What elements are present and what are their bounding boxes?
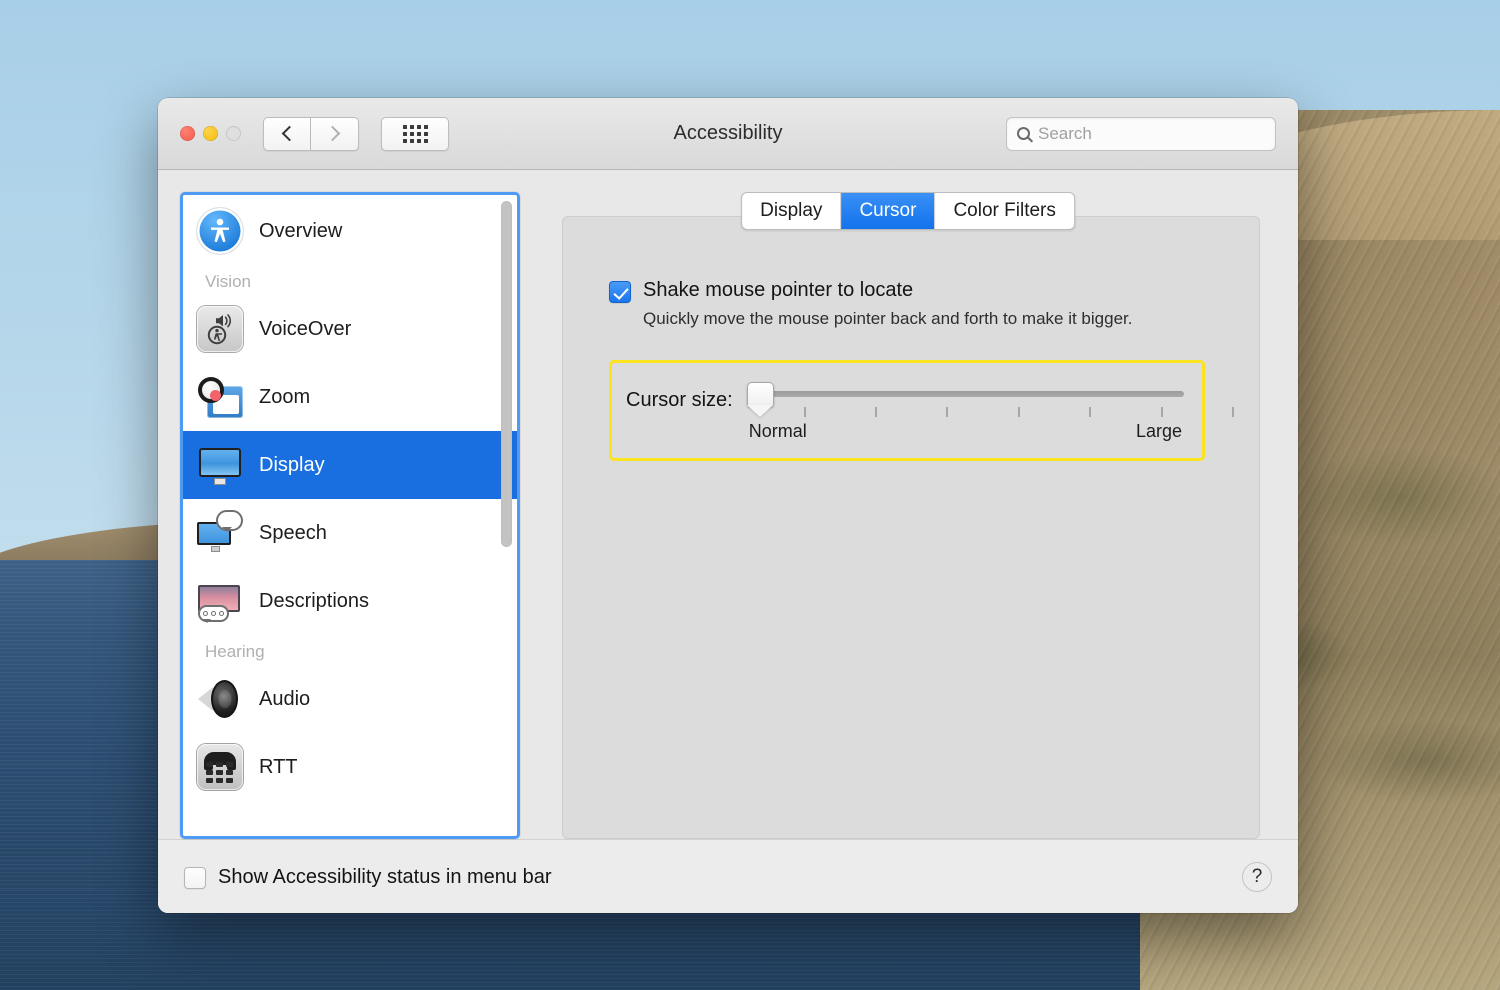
speech-bubble-icon xyxy=(216,510,243,531)
voiceover-icon xyxy=(197,306,243,352)
monitor-screen xyxy=(199,448,241,477)
cursor-settings-panel: Shake mouse pointer to locate Quickly mo… xyxy=(562,216,1260,839)
monitor-stand xyxy=(211,546,220,552)
sidebar-item-label: Overview xyxy=(259,220,342,243)
chevron-left-icon xyxy=(281,126,297,142)
window-titlebar: Accessibility Search xyxy=(158,98,1298,170)
slider-max-label: Large xyxy=(1136,421,1182,442)
slider-tick xyxy=(804,407,806,417)
sidebar-item-label: Audio xyxy=(259,688,310,711)
caption-bubble-icon xyxy=(198,605,229,622)
help-button[interactable]: ? xyxy=(1242,862,1272,892)
slider-tick xyxy=(875,407,877,417)
cursor-size-slider[interactable]: Normal Large xyxy=(747,377,1184,442)
audio-icon xyxy=(197,676,243,722)
sidebar-scrollbar[interactable] xyxy=(500,201,512,830)
speech-icon xyxy=(197,510,243,556)
slider-tick xyxy=(1161,407,1163,417)
menu-bar-status-option[interactable]: Show Accessibility status in menu bar xyxy=(184,865,552,889)
accessibility-figure-icon xyxy=(208,218,232,244)
slider-tick xyxy=(1018,407,1020,417)
sidebar-item-label: VoiceOver xyxy=(259,318,351,341)
slider-tick xyxy=(1232,407,1234,417)
descriptions-icon xyxy=(197,578,243,624)
preferences-sidebar: Overview Vision xyxy=(180,192,520,839)
sidebar-item-rtt[interactable]: RTT xyxy=(183,733,517,801)
menu-bar-status-checkbox[interactable] xyxy=(184,867,206,889)
forward-button[interactable] xyxy=(311,117,359,151)
sidebar-scrollbar-thumb[interactable] xyxy=(501,201,512,547)
shake-pointer-description: Quickly move the mouse pointer back and … xyxy=(643,307,1132,332)
close-button[interactable] xyxy=(180,126,195,141)
shake-pointer-option[interactable]: Shake mouse pointer to locate Quickly mo… xyxy=(609,279,1219,332)
sidebar-item-overview[interactable]: Overview xyxy=(183,197,517,265)
slider-min-label: Normal xyxy=(749,421,807,442)
sidebar-item-display[interactable]: Display xyxy=(183,431,517,499)
grid-icon xyxy=(403,125,428,143)
sidebar-item-voiceover[interactable]: VoiceOver xyxy=(183,295,517,363)
display-icon xyxy=(197,442,243,488)
sidebar-scroll-area: Overview Vision xyxy=(183,195,517,836)
slider-thumb[interactable] xyxy=(747,382,774,407)
desktop: Accessibility Search xyxy=(0,0,1500,990)
search-placeholder: Search xyxy=(1038,124,1092,144)
sidebar-item-audio[interactable]: Audio xyxy=(183,665,517,733)
sidebar-item-label: RTT xyxy=(259,756,298,779)
rtt-icon xyxy=(197,744,243,790)
speaker-body xyxy=(211,680,238,718)
sidebar-item-label: Display xyxy=(259,454,325,477)
window-footer: Show Accessibility status in menu bar ? xyxy=(158,839,1298,913)
cursor-size-label: Cursor size: xyxy=(626,377,733,412)
search-icon xyxy=(1017,127,1030,140)
traffic-lights xyxy=(180,126,241,141)
navigation-buttons xyxy=(263,117,359,151)
sidebar-item-zoom[interactable]: Zoom xyxy=(183,363,517,431)
tab-bar: Display Cursor Color Filters xyxy=(741,192,1075,230)
magnifier-lens-icon xyxy=(198,377,224,403)
sidebar-group-hearing: Hearing xyxy=(183,635,517,665)
sidebar-item-descriptions[interactable]: Descriptions xyxy=(183,567,517,635)
chevron-right-icon xyxy=(325,126,341,142)
shake-pointer-label: Shake mouse pointer to locate xyxy=(643,279,1132,301)
slider-ticks xyxy=(747,407,1184,419)
minimize-button[interactable] xyxy=(203,126,218,141)
system-preferences-window: Accessibility Search xyxy=(158,98,1298,913)
slider-end-labels: Normal Large xyxy=(747,421,1184,442)
overview-icon xyxy=(197,208,243,254)
shake-pointer-checkbox[interactable] xyxy=(609,281,631,303)
zoom-icon xyxy=(197,374,243,420)
voiceover-glyph-icon xyxy=(203,313,237,345)
slider-tick xyxy=(946,407,948,417)
back-button[interactable] xyxy=(263,117,311,151)
sidebar-item-label: Zoom xyxy=(259,386,310,409)
menu-bar-status-label: Show Accessibility status in menu bar xyxy=(218,866,552,888)
slider-tick xyxy=(1089,407,1091,417)
show-all-button[interactable] xyxy=(381,117,449,151)
sidebar-item-label: Descriptions xyxy=(259,590,369,613)
tab-color-filters[interactable]: Color Filters xyxy=(935,193,1073,229)
tab-cursor[interactable]: Cursor xyxy=(841,193,935,229)
sidebar-item-label: Speech xyxy=(259,522,327,545)
tab-display[interactable]: Display xyxy=(742,193,841,229)
sidebar-group-vision: Vision xyxy=(183,265,517,295)
search-field[interactable]: Search xyxy=(1006,117,1276,151)
zoom-button[interactable] xyxy=(226,126,241,141)
cursor-size-group: Cursor size: Normal Large xyxy=(609,360,1205,461)
keypad-icon xyxy=(206,762,233,783)
window-body: Overview Vision xyxy=(158,170,1298,839)
main-content: Display Cursor Color Filters Shake mouse… xyxy=(540,192,1276,839)
sidebar-item-speech[interactable]: Speech xyxy=(183,499,517,567)
monitor-stand xyxy=(214,478,226,485)
slider-track[interactable] xyxy=(761,391,1184,397)
